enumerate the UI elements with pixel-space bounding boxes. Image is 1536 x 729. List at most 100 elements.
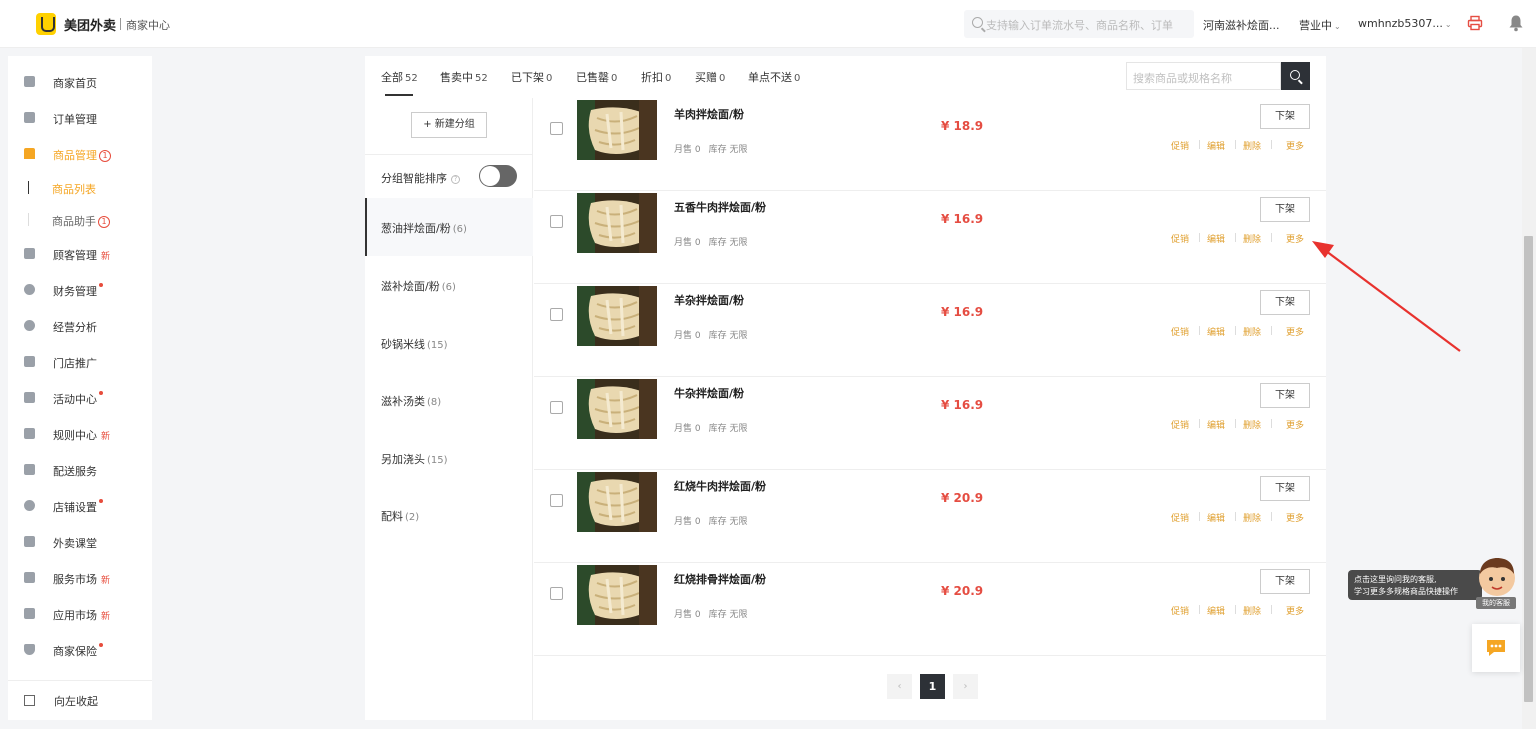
promo-link[interactable]: 促销	[1171, 232, 1189, 245]
product-checkbox[interactable]	[550, 494, 563, 507]
edit-link[interactable]: 编辑	[1207, 139, 1225, 152]
customer-service-tooltip[interactable]: 点击这里询问我的客服, 学习更多多规格商品快捷操作	[1348, 570, 1482, 600]
product-checkbox[interactable]	[550, 215, 563, 228]
product-search-input[interactable]: 搜索商品或规格名称	[1126, 62, 1281, 90]
product-thumbnail[interactable]	[577, 472, 657, 532]
delete-link[interactable]: 删除	[1243, 139, 1261, 152]
promo-link[interactable]: 促销	[1171, 604, 1189, 617]
sidebar-item-app-market[interactable]: 应用市场新	[8, 602, 152, 626]
sidebar-item-activity[interactable]: 活动中心	[8, 386, 152, 410]
more-link[interactable]: 更多	[1286, 511, 1304, 524]
sidebar-item-promotion[interactable]: 门店推广	[8, 350, 152, 374]
current-page-button[interactable]: 1	[920, 674, 945, 699]
promo-link[interactable]: 促销	[1171, 325, 1189, 338]
product-name[interactable]: 羊杂拌烩面/粉	[674, 292, 744, 308]
take-off-shelf-button[interactable]: 下架	[1260, 197, 1310, 222]
tab-gift[interactable]: 买赠 0	[695, 69, 725, 85]
edit-link[interactable]: 编辑	[1207, 604, 1225, 617]
sidebar-item-finance[interactable]: 财务管理	[8, 278, 152, 302]
sidebar-item-analysis[interactable]: 经营分析	[8, 314, 152, 338]
delete-link[interactable]: 删除	[1243, 418, 1261, 431]
edit-link[interactable]: 编辑	[1207, 511, 1225, 524]
category-item[interactable]: 滋补烩面/粉 (6)	[365, 256, 533, 314]
next-page-button[interactable]: ›	[953, 674, 978, 699]
more-link[interactable]: 更多	[1286, 604, 1304, 617]
product-name[interactable]: 红烧排骨拌烩面/粉	[674, 571, 766, 587]
sidebar-item-home[interactable]: 商家首页	[8, 70, 152, 94]
product-checkbox[interactable]	[550, 122, 563, 135]
product-search-button[interactable]	[1281, 62, 1310, 90]
prev-page-button[interactable]: ‹	[887, 674, 912, 699]
account-dropdown[interactable]: wmhnzb5307... ⌄	[1358, 17, 1452, 30]
product-thumbnail[interactable]	[577, 286, 657, 346]
customer-service-avatar-icon[interactable]	[1476, 556, 1518, 602]
more-link[interactable]: 更多	[1286, 325, 1304, 338]
category-item[interactable]: 砂锅米线 (15)	[365, 314, 533, 372]
more-link[interactable]: 更多	[1286, 139, 1304, 152]
sidebar-subitem-product-assistant[interactable]: 商品助手 1	[8, 208, 152, 232]
take-off-shelf-button[interactable]: 下架	[1260, 383, 1310, 408]
product-name[interactable]: 五香牛肉拌烩面/粉	[674, 199, 766, 215]
promo-link[interactable]: 促销	[1171, 511, 1189, 524]
order-search-input[interactable]: 支持输入订单流水号、商品名称、订单	[964, 10, 1194, 38]
help-icon[interactable]: ?	[451, 175, 460, 184]
tab-discount[interactable]: 折扣 0	[641, 69, 671, 85]
tab-all[interactable]: 全部 52	[381, 69, 418, 85]
more-link[interactable]: 更多	[1286, 232, 1304, 245]
tab-no-single-delivery[interactable]: 单点不送 0	[748, 69, 800, 85]
bell-icon[interactable]	[1508, 14, 1524, 32]
product-name[interactable]: 牛杂拌烩面/粉	[674, 385, 744, 401]
business-status-dropdown[interactable]: 营业中 ⌄	[1299, 17, 1341, 33]
tab-off-shelf[interactable]: 已下架 0	[511, 69, 552, 85]
sidebar-item-rules[interactable]: 规则中心新	[8, 422, 152, 446]
product-name[interactable]: 羊肉拌烩面/粉	[674, 106, 744, 122]
chat-button[interactable]	[1472, 624, 1520, 672]
sidebar-item-label-text: 活动中心	[53, 393, 97, 406]
product-thumbnail[interactable]	[577, 193, 657, 253]
edit-link[interactable]: 编辑	[1207, 418, 1225, 431]
sidebar-item-customers[interactable]: 顾客管理新	[8, 242, 152, 266]
product-checkbox[interactable]	[550, 401, 563, 414]
sidebar-item-insurance[interactable]: 商家保险	[8, 638, 152, 662]
product-checkbox[interactable]	[550, 587, 563, 600]
product-thumbnail[interactable]	[577, 379, 657, 439]
printer-icon[interactable]	[1467, 15, 1483, 31]
delete-link[interactable]: 删除	[1243, 325, 1261, 338]
delete-link[interactable]: 删除	[1243, 232, 1261, 245]
tab-on-sale[interactable]: 售卖中 52	[440, 69, 488, 85]
category-item[interactable]: 葱油拌烩面/粉 (6)	[365, 198, 533, 256]
take-off-shelf-button[interactable]: 下架	[1260, 476, 1310, 501]
delete-link[interactable]: 删除	[1243, 604, 1261, 617]
sidebar-item-orders[interactable]: 订单管理	[8, 106, 152, 130]
category-item[interactable]: 另加浇头 (15)	[365, 429, 533, 487]
more-link[interactable]: 更多	[1286, 418, 1304, 431]
delete-link[interactable]: 删除	[1243, 511, 1261, 524]
promo-link[interactable]: 促销	[1171, 139, 1189, 152]
sidebar-item-delivery[interactable]: 配送服务	[8, 458, 152, 482]
sidebar-item-store-settings[interactable]: 店铺设置	[8, 494, 152, 518]
category-item[interactable]: 滋补汤类 (8)	[365, 371, 533, 429]
product-thumbnail[interactable]	[577, 100, 657, 160]
promo-link[interactable]: 促销	[1171, 418, 1189, 431]
collapse-sidebar-button[interactable]: 向左收起	[8, 680, 152, 720]
product-checkbox[interactable]	[550, 308, 563, 321]
meituan-logo-icon[interactable]	[36, 13, 56, 35]
take-off-shelf-button[interactable]: 下架	[1260, 290, 1310, 315]
sidebar-item-service-market[interactable]: 服务市场新	[8, 566, 152, 590]
edit-link[interactable]: 编辑	[1207, 325, 1225, 338]
sidebar-item-classroom[interactable]: 外卖课堂	[8, 530, 152, 554]
store-name[interactable]: 河南滋补烩面...	[1203, 17, 1280, 33]
take-off-shelf-button[interactable]: 下架	[1260, 104, 1310, 129]
take-off-shelf-button[interactable]: 下架	[1260, 569, 1310, 594]
tab-sold-out[interactable]: 已售罄 0	[576, 69, 617, 85]
product-name[interactable]: 红烧牛肉拌烩面/粉	[674, 478, 766, 494]
new-group-button[interactable]: + 新建分组	[411, 112, 487, 138]
smart-sort-toggle[interactable]	[479, 165, 517, 187]
customer-service-tag[interactable]: 我的客服	[1476, 597, 1516, 609]
product-thumbnail[interactable]	[577, 565, 657, 625]
scrollbar-thumb[interactable]	[1524, 236, 1533, 702]
edit-link[interactable]: 编辑	[1207, 232, 1225, 245]
sidebar-subitem-product-list[interactable]: 商品列表	[8, 176, 152, 200]
category-item[interactable]: 配料 (2)	[365, 486, 533, 544]
sidebar-item-products[interactable]: 商品管理 1	[8, 142, 152, 166]
